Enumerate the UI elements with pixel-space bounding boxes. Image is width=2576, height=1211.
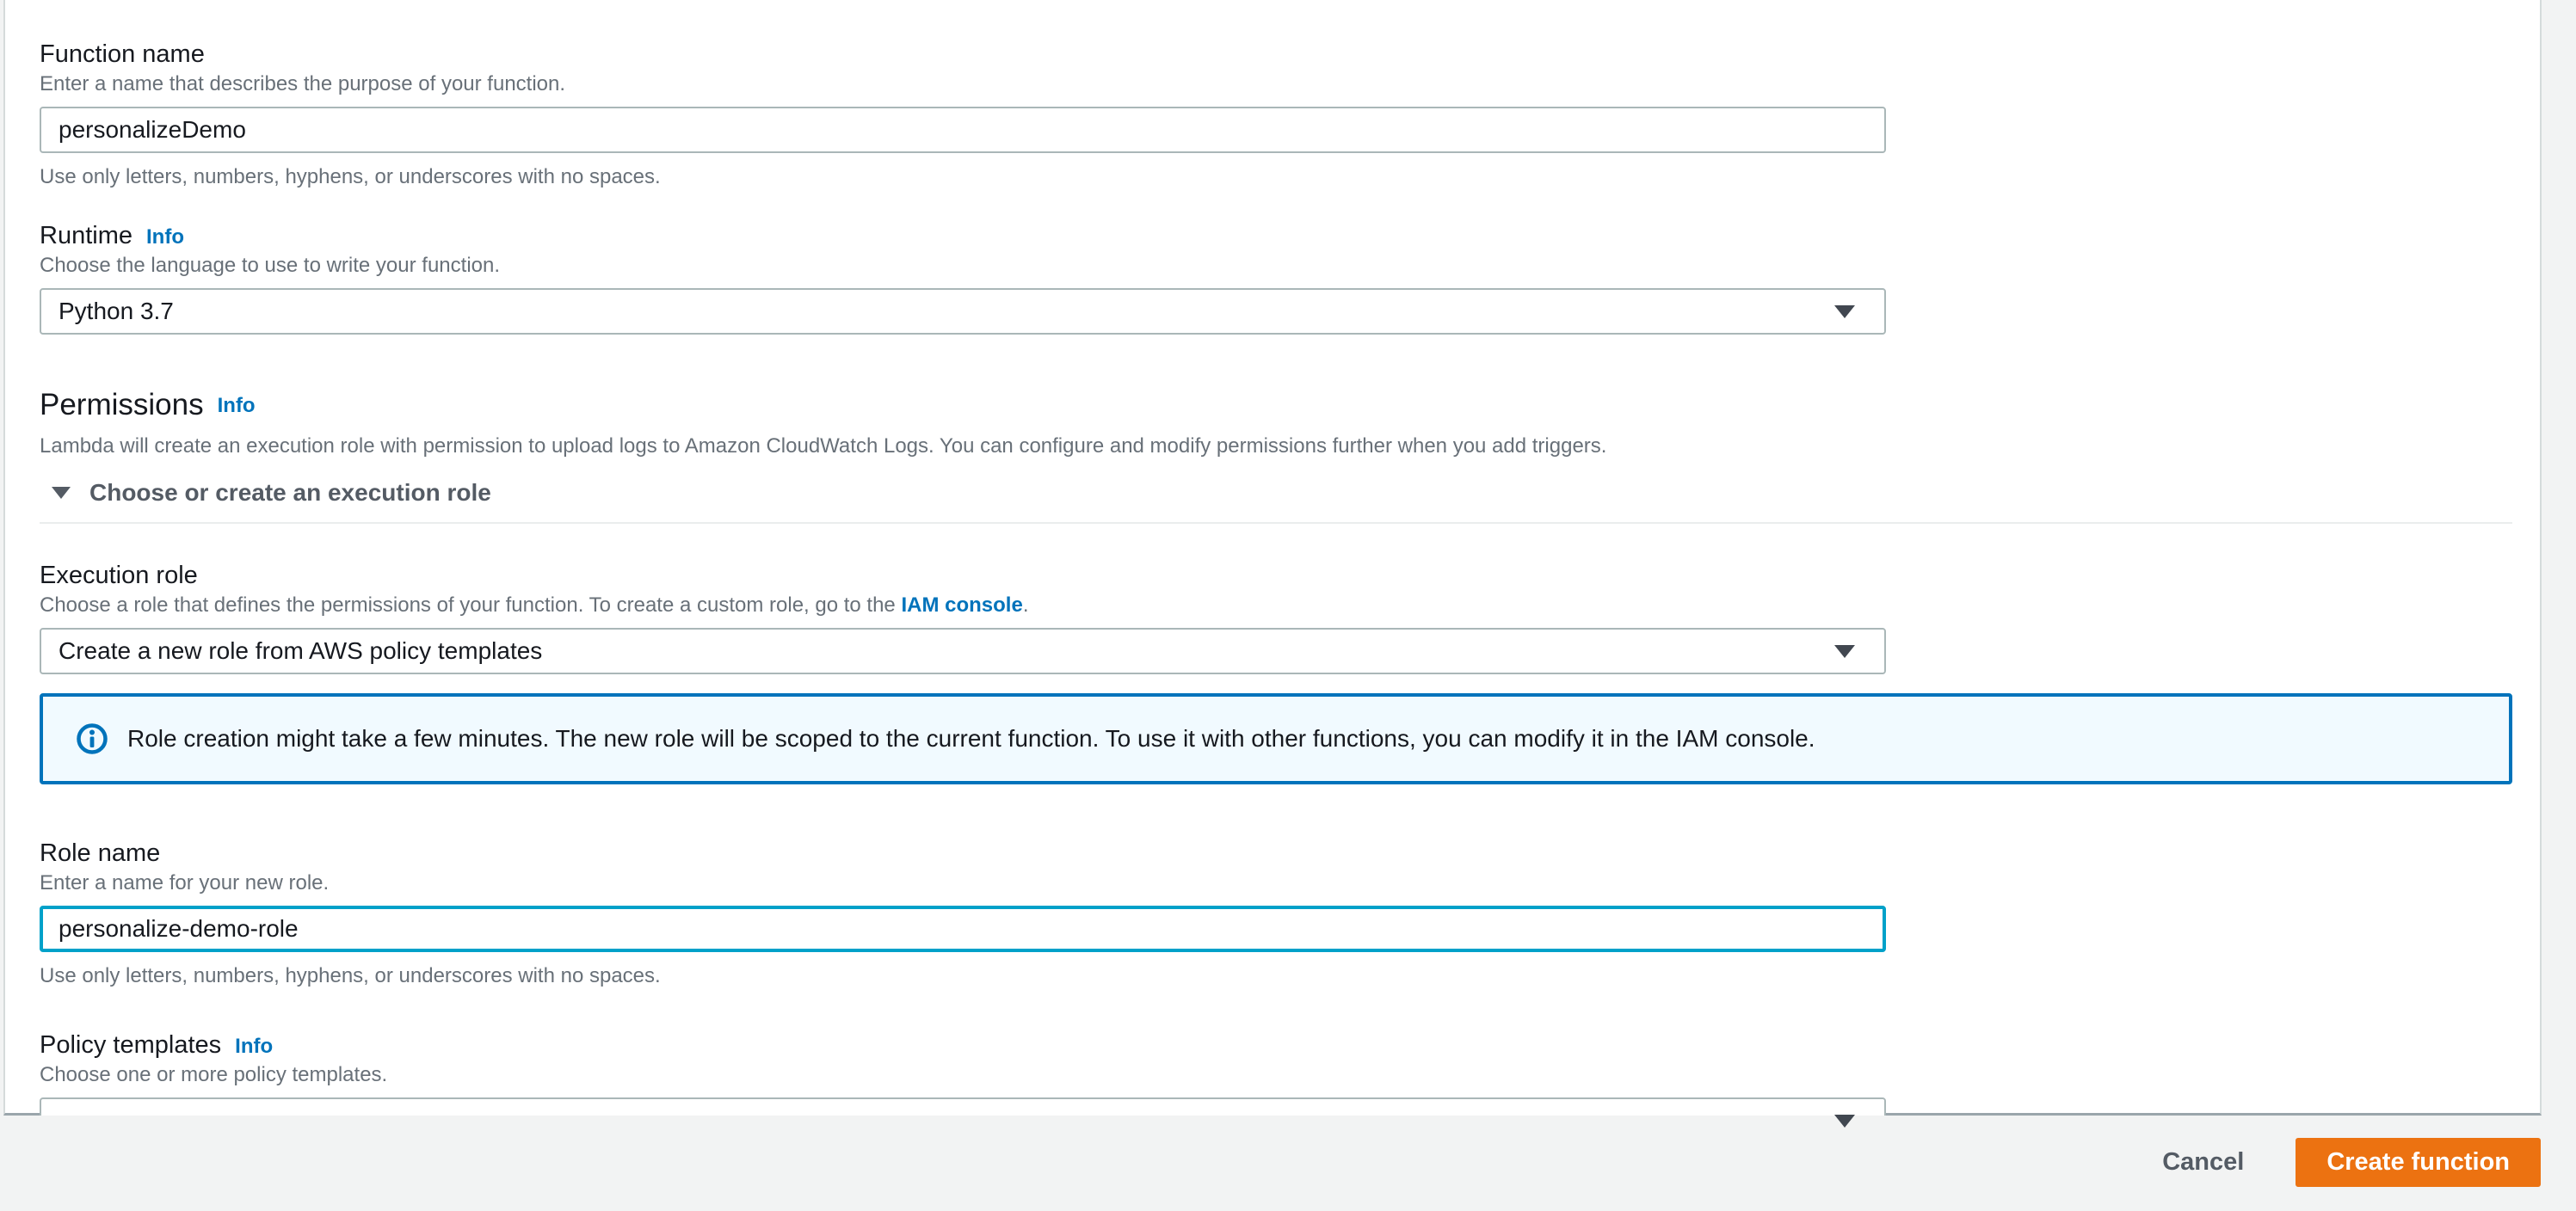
- chevron-down-icon: [1834, 644, 1855, 658]
- runtime-info-link[interactable]: Info: [146, 225, 184, 249]
- policy-templates-label: Policy templates: [40, 1031, 222, 1059]
- chevron-down-icon: [1834, 1114, 1855, 1128]
- runtime-selected-value: Python 3.7: [59, 298, 174, 324]
- expander-label: Choose or create an execution role: [89, 479, 491, 506]
- cancel-button[interactable]: Cancel: [2155, 1148, 2251, 1177]
- alert-text: Role creation might take a few minutes. …: [127, 725, 1815, 752]
- permissions-info-link[interactable]: Info: [218, 394, 256, 417]
- execution-role-label: Execution role: [40, 562, 198, 589]
- create-function-form-panel: Function name Enter a name that describe…: [3, 0, 2542, 1144]
- info-circle-icon: [77, 723, 108, 754]
- role-name-input[interactable]: [40, 906, 1886, 952]
- form-actions-footer: Cancel Create function: [0, 1116, 2576, 1208]
- permissions-description: Lambda will create an execution role wit…: [40, 434, 1607, 458]
- execution-role-description-text: Choose a role that defines the permissio…: [40, 593, 902, 617]
- runtime-label: Runtime: [40, 222, 132, 249]
- execution-role-description: Choose a role that defines the permissio…: [40, 593, 2540, 618]
- execution-role-section: Execution role Choose a role that define…: [40, 562, 2540, 674]
- function-name-constraint: Use only letters, numbers, hyphens, or u…: [40, 165, 661, 188]
- function-name-input[interactable]: [40, 107, 1886, 153]
- role-name-section: Role name Enter a name for your new role…: [40, 839, 2540, 988]
- create-function-button[interactable]: Create function: [2296, 1137, 2541, 1187]
- execution-role-description-period: .: [1022, 593, 1029, 617]
- runtime-select[interactable]: Python 3.7: [40, 288, 1886, 335]
- execution-role-select[interactable]: Create a new role from AWS policy templa…: [40, 628, 1886, 674]
- permissions-heading: Permissions Info: [40, 388, 2540, 423]
- role-name-label: Role name: [40, 839, 161, 867]
- permissions-title: Permissions: [40, 388, 204, 421]
- role-creation-info-alert: Role creation might take a few minutes. …: [40, 693, 2512, 784]
- function-name-description: Enter a name that describes the purpose …: [40, 72, 566, 95]
- section-divider: [40, 522, 2512, 524]
- policy-templates-info-link[interactable]: Info: [235, 1035, 273, 1058]
- function-name-label: Function name: [40, 40, 205, 68]
- iam-console-link[interactable]: IAM console: [901, 593, 1022, 617]
- triangle-down-icon: [52, 487, 71, 499]
- runtime-description: Choose the language to use to write your…: [40, 254, 501, 277]
- function-name-section: Function name Enter a name that describe…: [40, 40, 2540, 189]
- runtime-section: Runtime Info Choose the language to use t…: [40, 222, 2540, 335]
- chevron-down-icon: [1834, 304, 1855, 318]
- role-name-description: Enter a name for your new role.: [40, 871, 330, 894]
- execution-role-expander[interactable]: Choose or create an execution role: [40, 479, 2540, 507]
- role-name-constraint: Use only letters, numbers, hyphens, or u…: [40, 964, 661, 987]
- policy-templates-description: Choose one or more policy templates.: [40, 1063, 388, 1086]
- execution-role-selected-value: Create a new role from AWS policy templa…: [59, 637, 543, 664]
